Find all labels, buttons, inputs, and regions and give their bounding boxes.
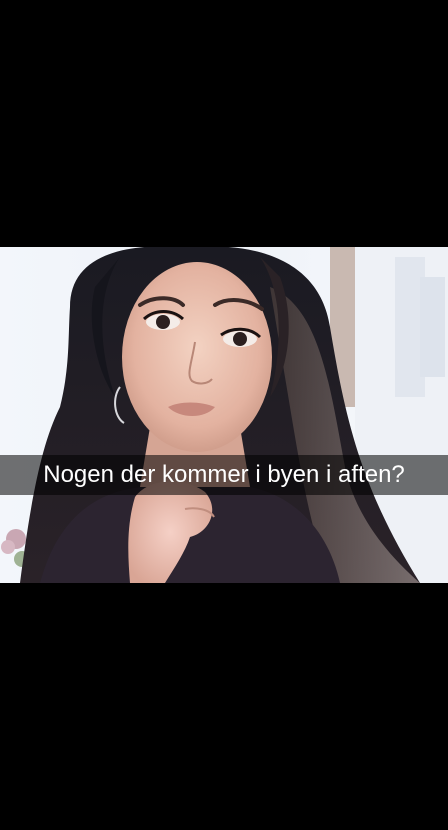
snap-caption-bar: Nogen der kommer i byen i aften? <box>0 455 448 495</box>
snap-viewer[interactable]: Nogen der kommer i byen i aften? <box>0 0 448 830</box>
snap-caption-text: Nogen der kommer i byen i aften? <box>43 461 405 488</box>
selfie-photo <box>0 247 448 583</box>
